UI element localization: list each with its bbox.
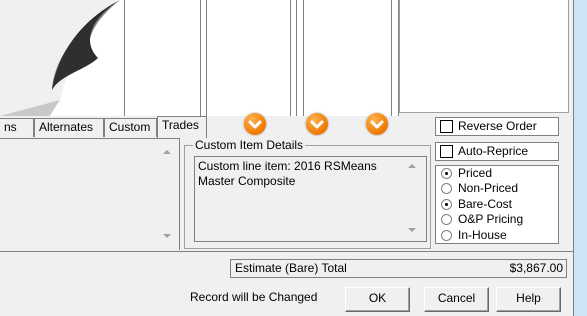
radio-button[interactable] — [441, 214, 452, 225]
radio-label: Non-Priced — [458, 181, 519, 195]
grid-column-divider — [303, 0, 304, 116]
reverse-order-checkbox[interactable] — [440, 120, 453, 133]
auto-reprice-label: Auto-Reprice — [458, 144, 529, 158]
right-edge-blue — [574, 0, 587, 316]
estimate-total-value: $3,867.00 — [509, 261, 563, 275]
help-button[interactable]: Help — [496, 287, 561, 312]
preview-panel — [399, 0, 569, 113]
window-border — [573, 0, 574, 316]
radio-button[interactable] — [441, 183, 452, 194]
ok-button[interactable]: OK — [345, 287, 410, 312]
down-arrow-icon[interactable] — [366, 113, 388, 135]
grid-column-divider — [391, 0, 392, 116]
grid-column-divider — [206, 0, 207, 116]
custom-item-details-title: Custom Item Details — [193, 138, 306, 152]
tab-ns[interactable]: ns — [0, 118, 34, 137]
tab-trades[interactable]: Trades — [157, 116, 207, 138]
grid-column-divider — [124, 0, 125, 116]
tab-alternates[interactable]: Alternates — [34, 118, 104, 137]
radio-label: In-House — [458, 228, 507, 242]
cancel-button[interactable]: Cancel — [424, 287, 489, 312]
grid-column-divider — [200, 0, 201, 116]
details-scroll-down-icon[interactable] — [408, 228, 416, 232]
auto-reprice-checkbox[interactable] — [440, 145, 453, 158]
details-scroll-up-icon[interactable] — [408, 164, 416, 168]
scroll-up-icon[interactable] — [163, 150, 171, 154]
estimate-total-label: Estimate (Bare) Total — [235, 261, 347, 275]
radio-button[interactable] — [441, 199, 452, 210]
radio-label: Priced — [458, 166, 493, 180]
down-arrow-icon[interactable] — [244, 113, 266, 135]
radio-button[interactable] — [441, 230, 452, 241]
radio-label: Bare-Cost — [458, 197, 513, 211]
status-separator — [0, 251, 573, 252]
record-status-text: Record will be Changed — [190, 290, 318, 304]
list-panel — [0, 138, 180, 250]
tab-custom[interactable]: Custom — [104, 118, 157, 137]
radio-label: O&P Pricing — [458, 212, 524, 226]
grid-column-divider — [296, 0, 297, 116]
page-curl-icon — [0, 0, 120, 116]
grid-column-divider — [290, 0, 291, 116]
radio-button[interactable] — [441, 168, 452, 179]
list-scrollbar[interactable] — [159, 142, 176, 246]
custom-item-details-content: Custom line item: 2016 RSMeans Master Co… — [198, 159, 377, 188]
scroll-down-icon[interactable] — [163, 234, 171, 238]
down-arrow-icon[interactable] — [306, 113, 328, 135]
reverse-order-label: Reverse Order — [458, 119, 537, 133]
